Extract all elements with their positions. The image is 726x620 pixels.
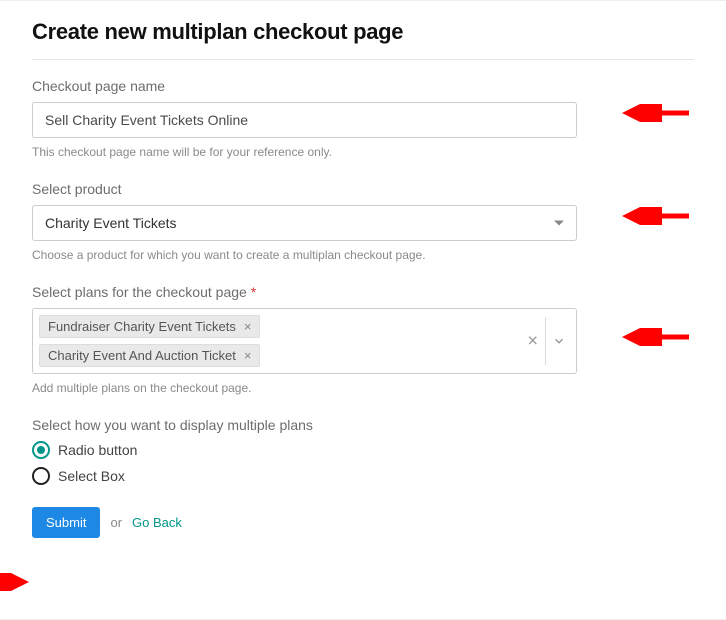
label-select-product: Select product bbox=[32, 181, 694, 197]
caret-down-icon bbox=[554, 221, 564, 226]
radio-icon bbox=[32, 467, 50, 485]
label-display-mode: Select how you want to display multiple … bbox=[32, 417, 694, 433]
helper-select-plans: Add multiple plans on the checkout page. bbox=[32, 381, 694, 395]
divider bbox=[32, 59, 694, 60]
plan-chip: Charity Event And Auction Ticket × bbox=[39, 344, 260, 367]
required-mark: * bbox=[251, 284, 256, 300]
field-select-plans: Select plans for the checkout page * Fun… bbox=[32, 284, 694, 395]
multiselect-divider bbox=[545, 317, 546, 365]
form-actions: Submit or Go Back bbox=[32, 507, 694, 538]
helper-checkout-name: This checkout page name will be for your… bbox=[32, 145, 694, 159]
radio-icon bbox=[32, 441, 50, 459]
checkout-name-input[interactable] bbox=[32, 102, 577, 138]
annotation-arrow-icon bbox=[617, 207, 695, 225]
annotation-arrow-icon bbox=[617, 328, 695, 346]
field-select-product: Select product Charity Event Tickets Cho… bbox=[32, 181, 694, 262]
annotation-arrow-icon bbox=[617, 104, 695, 122]
product-select[interactable]: Charity Event Tickets bbox=[32, 205, 577, 241]
plan-chip: Fundraiser Charity Event Tickets × bbox=[39, 315, 260, 338]
submit-button[interactable]: Submit bbox=[32, 507, 100, 538]
plan-chip-label: Charity Event And Auction Ticket bbox=[48, 348, 236, 363]
annotation-arrow-icon bbox=[0, 573, 34, 591]
plan-chip-label: Fundraiser Charity Event Tickets bbox=[48, 319, 236, 334]
or-text: or bbox=[110, 515, 122, 530]
radio-option-select-box[interactable]: Select Box bbox=[32, 467, 125, 485]
radio-option-radio-button[interactable]: Radio button bbox=[32, 441, 137, 459]
label-select-plans: Select plans for the checkout page * bbox=[32, 284, 694, 300]
field-display-mode: Select how you want to display multiple … bbox=[32, 417, 694, 485]
radio-label: Select Box bbox=[58, 468, 125, 484]
field-checkout-name: Checkout page name This checkout page na… bbox=[32, 78, 694, 159]
chip-remove-icon[interactable]: × bbox=[244, 319, 252, 334]
chip-wrap: Fundraiser Charity Event Tickets × Chari… bbox=[33, 309, 266, 373]
radio-group-display: Radio button Select Box bbox=[32, 441, 694, 485]
chevron-down-icon[interactable] bbox=[552, 334, 566, 348]
radio-label: Radio button bbox=[58, 442, 137, 458]
product-select-value: Charity Event Tickets bbox=[45, 215, 177, 231]
multiselect-clear-icon[interactable]: × bbox=[527, 331, 538, 352]
label-select-plans-text: Select plans for the checkout page bbox=[32, 284, 247, 300]
page-title: Create new multiplan checkout page bbox=[32, 19, 694, 45]
go-back-link[interactable]: Go Back bbox=[132, 515, 182, 530]
plans-multiselect[interactable]: Fundraiser Charity Event Tickets × Chari… bbox=[32, 308, 577, 374]
chip-remove-icon[interactable]: × bbox=[244, 348, 252, 363]
helper-select-product: Choose a product for which you want to c… bbox=[32, 248, 694, 262]
label-checkout-name: Checkout page name bbox=[32, 78, 694, 94]
form-container: Create new multiplan checkout page Check… bbox=[0, 1, 726, 538]
